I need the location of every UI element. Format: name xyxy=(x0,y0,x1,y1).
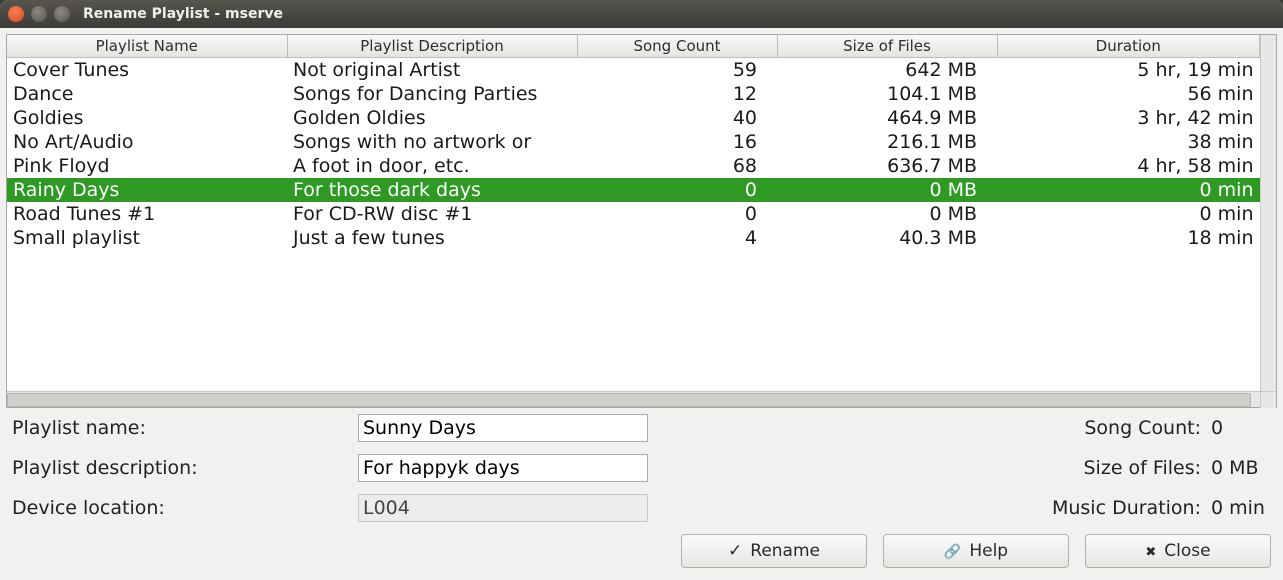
cell-dur: 5 hr, 19 min xyxy=(997,58,1260,83)
cell-name: Pink Floyd xyxy=(7,154,287,178)
close-button-label: Close xyxy=(1164,541,1210,561)
playlist-name-label: Playlist name: xyxy=(12,417,348,439)
table-row[interactable]: Pink FloydA foot in door, etc.68636.7 MB… xyxy=(7,154,1260,178)
cell-dur: 18 min xyxy=(997,226,1260,250)
cell-name: Small playlist xyxy=(7,226,287,250)
cell-desc: Songs with no artwork or xyxy=(287,130,577,154)
cell-count: 16 xyxy=(577,130,777,154)
header-size[interactable]: Size of Files xyxy=(777,35,997,58)
content-area: Playlist Name Playlist Description Song … xyxy=(0,28,1283,580)
cell-count: 40 xyxy=(577,106,777,130)
form-row-desc: Playlist description: Size of Files: 0 M… xyxy=(6,448,1277,488)
table-row[interactable]: No Art/AudioSongs with no artwork or1621… xyxy=(7,130,1260,154)
help-button-label: Help xyxy=(969,541,1008,561)
table-row[interactable]: Cover TunesNot original Artist59642 MB5 … xyxy=(7,58,1260,83)
cell-name: Rainy Days xyxy=(7,178,287,202)
header-count[interactable]: Song Count xyxy=(577,35,777,58)
table-row[interactable]: Rainy DaysFor those dark days00 MB0 min xyxy=(7,178,1260,202)
rename-button-label: Rename xyxy=(750,541,820,561)
playlist-name-input[interactable] xyxy=(358,414,648,442)
playlist-table-wrap: Playlist Name Playlist Description Song … xyxy=(6,34,1277,408)
cell-desc: For CD-RW disc #1 xyxy=(287,202,577,226)
cell-desc: For those dark days xyxy=(287,178,577,202)
header-desc[interactable]: Playlist Description xyxy=(287,35,577,58)
cell-size: 104.1 MB xyxy=(777,82,997,106)
cell-name: Dance xyxy=(7,82,287,106)
horizontal-scrollbar[interactable] xyxy=(7,391,1276,407)
cell-dur: 38 min xyxy=(997,130,1260,154)
window-maximize-icon[interactable] xyxy=(54,6,70,22)
cell-size: 0 MB xyxy=(777,202,997,226)
form-row-device: Device location: Music Duration: 0 min xyxy=(6,488,1277,528)
close-icon xyxy=(1145,541,1156,561)
rename-playlist-window: Rename Playlist - mserve Playlist Name P… xyxy=(0,0,1283,580)
cell-count: 12 xyxy=(577,82,777,106)
song-count-value: 0 xyxy=(1211,417,1271,439)
button-row: Rename Help Close xyxy=(6,528,1277,574)
titlebar[interactable]: Rename Playlist - mserve xyxy=(0,0,1283,28)
cell-name: No Art/Audio xyxy=(7,130,287,154)
playlist-desc-label: Playlist description: xyxy=(12,457,348,479)
cell-count: 0 xyxy=(577,202,777,226)
header-dur[interactable]: Duration xyxy=(997,35,1260,58)
table-row[interactable]: Road Tunes #1For CD-RW disc #100 MB0 min xyxy=(7,202,1260,226)
table-header-row: Playlist Name Playlist Description Song … xyxy=(7,35,1260,58)
cell-desc: Just a few tunes xyxy=(287,226,577,250)
cell-name: Cover Tunes xyxy=(7,58,287,83)
music-duration-value: 0 min xyxy=(1211,497,1271,519)
form-row-name: Playlist name: Song Count: 0 xyxy=(6,408,1277,448)
size-files-label: Size of Files: xyxy=(1084,457,1202,479)
size-files-value: 0 MB xyxy=(1211,457,1271,479)
rename-button[interactable]: Rename xyxy=(681,534,867,568)
header-name[interactable]: Playlist Name xyxy=(7,35,287,58)
playlist-desc-input[interactable] xyxy=(358,454,648,482)
cell-dur: 56 min xyxy=(997,82,1260,106)
vertical-scrollbar[interactable] xyxy=(1260,35,1276,391)
cell-size: 636.7 MB xyxy=(777,154,997,178)
cell-size: 40.3 MB xyxy=(777,226,997,250)
cell-count: 68 xyxy=(577,154,777,178)
table-row[interactable]: Small playlistJust a few tunes440.3 MB18… xyxy=(7,226,1260,250)
cell-dur: 0 min xyxy=(997,178,1260,202)
window-title: Rename Playlist - mserve xyxy=(83,6,283,22)
cell-count: 59 xyxy=(577,58,777,83)
cell-name: Road Tunes #1 xyxy=(7,202,287,226)
cell-count: 0 xyxy=(577,178,777,202)
playlist-table: Playlist Name Playlist Description Song … xyxy=(7,35,1260,250)
cell-name: Goldies xyxy=(7,106,287,130)
cell-desc: A foot in door, etc. xyxy=(287,154,577,178)
cell-size: 642 MB xyxy=(777,58,997,83)
cell-count: 4 xyxy=(577,226,777,250)
device-location-label: Device location: xyxy=(12,497,348,519)
check-icon xyxy=(728,541,742,561)
table-row[interactable]: GoldiesGolden Oldies40464.9 MB3 hr, 42 m… xyxy=(7,106,1260,130)
window-close-icon[interactable] xyxy=(8,6,24,22)
cell-size: 216.1 MB xyxy=(777,130,997,154)
cell-size: 464.9 MB xyxy=(777,106,997,130)
window-minimize-icon[interactable] xyxy=(31,6,47,22)
cell-size: 0 MB xyxy=(777,178,997,202)
music-duration-label: Music Duration: xyxy=(1052,497,1201,519)
cell-dur: 3 hr, 42 min xyxy=(997,106,1260,130)
close-button[interactable]: Close xyxy=(1085,534,1271,568)
song-count-label: Song Count: xyxy=(1084,417,1201,439)
device-location-input xyxy=(358,494,648,522)
cell-desc: Songs for Dancing Parties xyxy=(287,82,577,106)
cell-desc: Golden Oldies xyxy=(287,106,577,130)
cell-desc: Not original Artist xyxy=(287,58,577,83)
table-row[interactable]: DanceSongs for Dancing Parties12104.1 MB… xyxy=(7,82,1260,106)
link-icon xyxy=(944,541,961,561)
cell-dur: 0 min xyxy=(997,202,1260,226)
cell-dur: 4 hr, 58 min xyxy=(997,154,1260,178)
help-button[interactable]: Help xyxy=(883,534,1069,568)
